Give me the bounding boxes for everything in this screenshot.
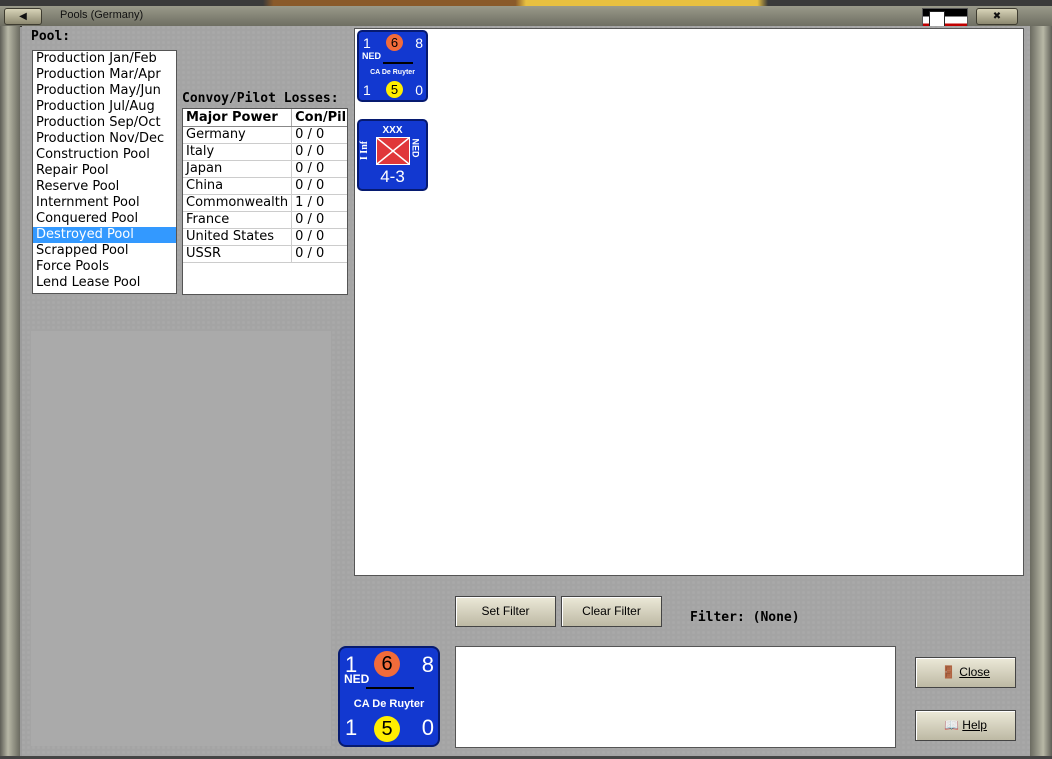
pool-list-item[interactable]: Reserve Pool <box>33 179 176 195</box>
major-power-cell: USSR <box>183 245 293 263</box>
ship-top-left: 1 <box>363 35 371 51</box>
ship-counter-small[interactable]: 1 6 8 NED CA De Ruyter 1 5 0 <box>357 30 428 102</box>
ship-bottom-right: 0 <box>415 82 423 98</box>
ship-aa: 5 <box>386 81 403 98</box>
major-power-cell: China <box>183 177 293 195</box>
infantry-counter[interactable]: XXX I Inf NED 4-3 <box>357 119 428 191</box>
major-power-cell: United States <box>183 228 293 246</box>
losses-row: Japan 0 / 0 <box>183 160 347 178</box>
pool-list-item[interactable]: Lend Lease Pool <box>33 275 176 291</box>
pool-list-item[interactable]: Construction Pool <box>33 147 176 163</box>
ship-name: CA De Ruyter <box>370 69 415 76</box>
ship-large-name: CA De Ruyter <box>353 698 425 710</box>
pool-list-item[interactable]: Destroyed Pool <box>33 227 176 243</box>
unit-detail-panel <box>31 331 331 746</box>
pool-list-item[interactable]: Force Pools <box>33 259 176 275</box>
losses-column-header[interactable]: Major Power <box>183 109 293 127</box>
ship-large-bottom-right: 0 <box>421 715 434 740</box>
window-frame-right <box>1030 26 1052 759</box>
losses-row: Germany 0 / 0 <box>183 126 347 144</box>
help-button[interactable]: 📖 Help <box>915 710 1016 741</box>
unit-info-box <box>455 646 896 748</box>
close-button[interactable]: 🚪 Close <box>915 657 1016 688</box>
con-pil-cell: 0 / 0 <box>291 177 347 195</box>
major-power-cell: France <box>183 211 293 229</box>
losses-label: Convoy/Pilot Losses: <box>182 91 339 106</box>
ship-large-silhouette-icon <box>366 684 414 689</box>
window-frame-left <box>0 26 20 759</box>
pool-list[interactable]: Production Jan/Feb Production Mar/Apr Prod… <box>32 50 177 294</box>
filter-status: Filter: (None) <box>690 610 800 625</box>
con-pil-cell: 1 / 0 <box>291 194 347 212</box>
infantry-symbol-icon <box>376 137 410 165</box>
ship-large-top-right: 8 <box>421 652 434 677</box>
major-power-cell: Commonwealth <box>183 194 293 212</box>
close-window-button[interactable]: ✖ <box>976 8 1018 25</box>
title-bar[interactable]: ◀ Pools (Germany) ✖ <box>0 6 1052 32</box>
losses-table: Major Power Con/Pil Germany 0 / 0 Italy 0 / … <box>182 108 348 295</box>
pool-list-item[interactable]: Repair Pool <box>33 163 176 179</box>
help-button-label: Help <box>962 718 987 732</box>
major-power-cell: Japan <box>183 160 293 178</box>
infantry-nation: NED <box>410 138 421 158</box>
ship-large-aa: 5 <box>374 716 400 742</box>
major-power-cell: Italy <box>183 143 293 161</box>
book-icon: 📖 <box>944 718 959 732</box>
infantry-type: I Inf <box>359 140 371 161</box>
con-pil-cell: 0 / 0 <box>291 228 347 246</box>
door-icon: 🚪 <box>941 665 956 679</box>
infantry-strength: 4-3 <box>380 167 405 186</box>
losses-row: France 0 / 0 <box>183 211 347 229</box>
ship-silhouette-icon <box>383 59 413 64</box>
window-title: Pools (Germany) <box>60 9 144 21</box>
pool-list-item[interactable]: Conquered Pool <box>33 211 176 227</box>
pool-list-item[interactable]: Scrapped Pool <box>33 243 176 259</box>
con-pil-cell: 0 / 0 <box>291 126 347 144</box>
major-power-cell: Germany <box>183 126 293 144</box>
ship-large-attack: 6 <box>374 651 400 677</box>
set-filter-button[interactable]: Set Filter <box>455 596 556 627</box>
units-display[interactable]: 1 6 8 NED CA De Ruyter 1 5 0 XXX I Inf N… <box>354 28 1024 576</box>
pool-list-item[interactable]: Production Nov/Dec <box>33 131 176 147</box>
con-pil-cell: 0 / 0 <box>291 211 347 229</box>
pool-list-item[interactable]: Production Sep/Oct <box>33 115 176 131</box>
ship-top-right: 8 <box>415 35 423 51</box>
ship-nation: NED <box>362 51 382 61</box>
pool-label: Pool: <box>31 29 71 44</box>
ship-bottom-left: 1 <box>363 82 371 98</box>
losses-row: Commonwealth 1 / 0 <box>183 194 347 212</box>
system-menu-button[interactable]: ◀ <box>4 8 42 25</box>
pool-list-item[interactable]: Production Jan/Feb <box>33 51 176 67</box>
pool-list-item[interactable]: Internment Pool <box>33 195 176 211</box>
pool-list-item[interactable]: Production Jul/Aug <box>33 99 176 115</box>
ship-large-bottom-left: 1 <box>345 715 358 740</box>
losses-row: China 0 / 0 <box>183 177 347 195</box>
pool-list-item[interactable]: Production Mar/Apr <box>33 67 176 83</box>
ship-counter-large: 1 6 8 NED CA De Ruyter 1 5 0 <box>338 646 440 747</box>
con-pil-cell: 0 / 0 <box>291 143 347 161</box>
close-button-label: Close <box>959 665 990 679</box>
pool-list-item[interactable]: Production May/Jun <box>33 83 176 99</box>
losses-row: USSR 0 / 0 <box>183 245 347 263</box>
ship-attack: 6 <box>386 34 403 51</box>
losses-row: United States 0 / 0 <box>183 228 347 246</box>
losses-row: Italy 0 / 0 <box>183 143 347 161</box>
losses-column-header[interactable]: Con/Pil <box>291 109 347 127</box>
clear-filter-button[interactable]: Clear Filter <box>561 596 662 627</box>
con-pil-cell: 0 / 0 <box>291 245 347 263</box>
con-pil-cell: 0 / 0 <box>291 160 347 178</box>
infantry-size: XXX <box>382 125 403 136</box>
